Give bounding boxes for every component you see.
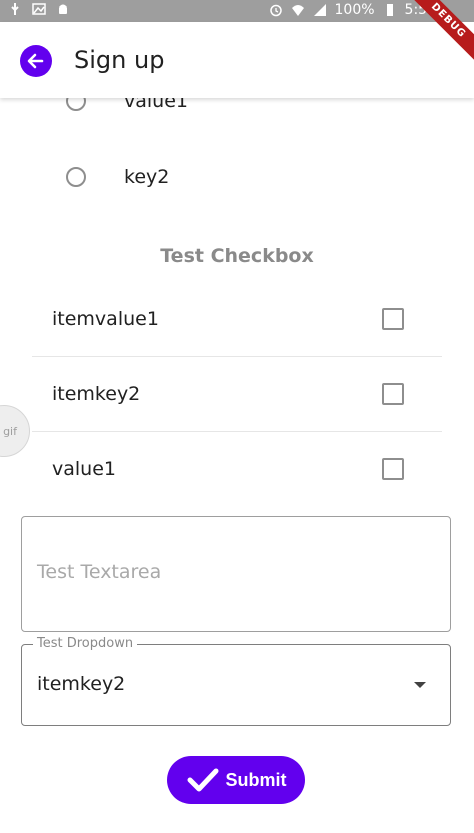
test-dropdown[interactable]: Test Dropdown itemkey2 xyxy=(21,636,451,726)
checkbox-row-itemkey2[interactable]: itemkey2 xyxy=(32,357,442,432)
usb-icon xyxy=(11,3,19,15)
gif-label: gif xyxy=(3,424,17,438)
dropdown-value: itemkey2 xyxy=(37,673,126,695)
arrow-back-icon xyxy=(27,53,44,69)
check-icon xyxy=(187,768,218,792)
checkbox-section-title: Test Checkbox xyxy=(160,245,314,267)
checkbox-row-itemvalue1[interactable]: itemvalue1 xyxy=(32,282,442,357)
checkbox-row-value1[interactable]: value1 xyxy=(32,432,442,506)
battery-percent: 100% xyxy=(334,2,375,18)
status-bar: 100% 5:55 xyxy=(0,0,474,22)
radio-label: value1 xyxy=(124,98,188,112)
wifi-icon xyxy=(291,5,304,16)
page-title: Sign up xyxy=(74,46,165,74)
submit-button[interactable]: Submit xyxy=(167,756,305,804)
battery-icon xyxy=(386,4,393,16)
radio-button[interactable] xyxy=(66,98,86,111)
radio-option-value1[interactable]: value1 xyxy=(66,98,188,112)
radio-label: key2 xyxy=(124,166,170,188)
submit-label: Submit xyxy=(225,769,287,790)
checkbox-label: value1 xyxy=(52,458,116,480)
checkbox-label: itemkey2 xyxy=(52,383,141,405)
app-bar: Sign up xyxy=(0,22,474,98)
back-button[interactable] xyxy=(20,45,52,77)
checkbox-label: itemvalue1 xyxy=(52,308,159,330)
test-textarea[interactable] xyxy=(21,516,451,632)
radio-option-key2[interactable]: key2 xyxy=(66,166,169,188)
android-icon xyxy=(59,4,67,14)
dropdown-label: Test Dropdown xyxy=(33,636,138,651)
checkbox[interactable] xyxy=(382,458,404,480)
signal-icon xyxy=(313,4,326,16)
dropdown-arrow-icon[interactable] xyxy=(414,682,426,688)
gif-recorder-tab[interactable]: gif xyxy=(0,405,30,457)
form-content[interactable]: value1 key2 Test Checkbox itemvalue1 ite… xyxy=(0,98,474,833)
alarm-icon xyxy=(269,4,282,17)
checkbox[interactable] xyxy=(382,383,404,405)
image-icon xyxy=(32,3,46,15)
radio-button[interactable] xyxy=(66,167,86,187)
checkbox[interactable] xyxy=(382,308,404,330)
